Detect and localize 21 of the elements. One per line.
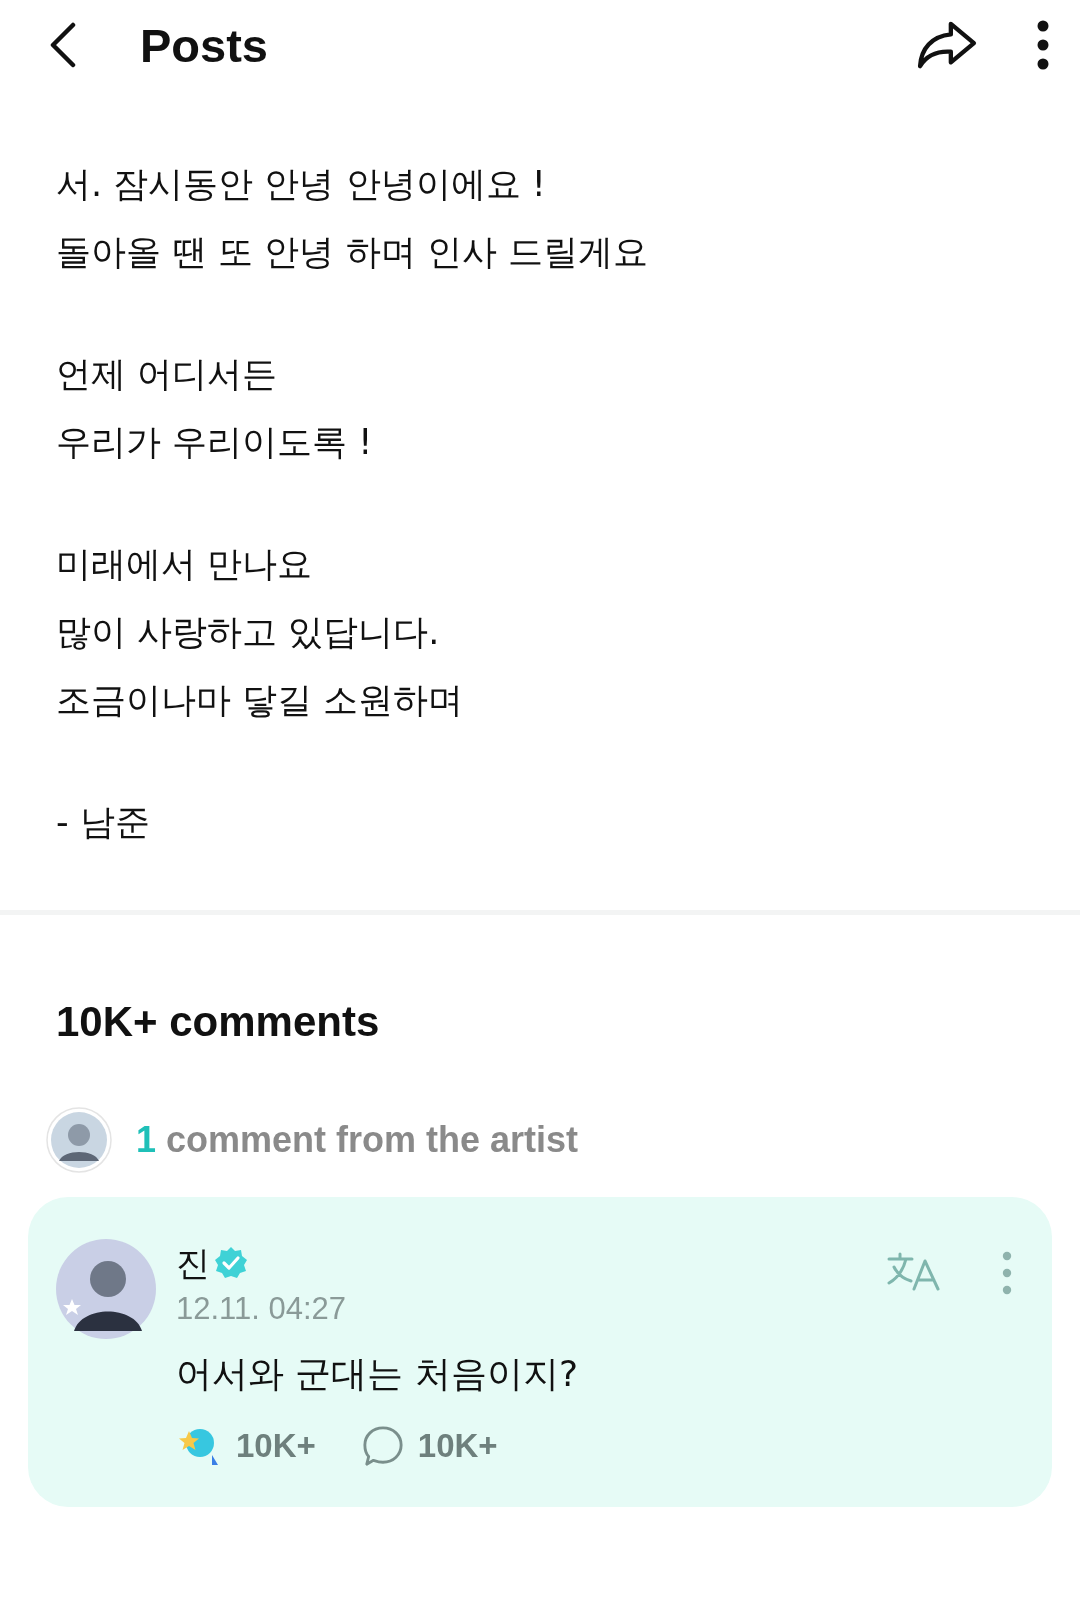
post-text-line: 많이 사랑하고 있답니다.	[56, 611, 441, 654]
post-text-line: 언제 어디서든	[56, 353, 279, 396]
author-name[interactable]: 진	[176, 1241, 210, 1285]
post-text-line: - 남준	[56, 801, 151, 844]
comment-text: 어서와 군대는 처음이지?	[176, 1352, 579, 1396]
avatar	[46, 1107, 112, 1173]
post-text-line: 미래에서 만나요	[56, 543, 314, 586]
post-text-line: 서. 잠시동안 안녕 안녕이에요 !	[56, 163, 547, 206]
post-text-line: 돌아올 땐 또 안녕 하며 인사 드릴게요	[56, 231, 649, 274]
share-icon[interactable]	[916, 20, 978, 70]
translate-icon[interactable]	[886, 1251, 942, 1291]
comment-date: 12.11. 04:27	[176, 1291, 347, 1327]
reply-icon[interactable]	[361, 1425, 404, 1467]
post-text-line: 우리가 우리이도록 !	[56, 421, 374, 464]
comments-heading: 10K+ comments	[56, 997, 381, 1047]
post-text-line: 조금이나마 닿길 소원하며	[56, 679, 465, 722]
back-icon[interactable]	[48, 22, 78, 68]
page-title: Posts	[140, 17, 268, 73]
reaction-count: 10K+	[236, 1427, 316, 1465]
reply-count: 10K+	[417, 1427, 498, 1465]
more-icon[interactable]	[1036, 20, 1050, 70]
